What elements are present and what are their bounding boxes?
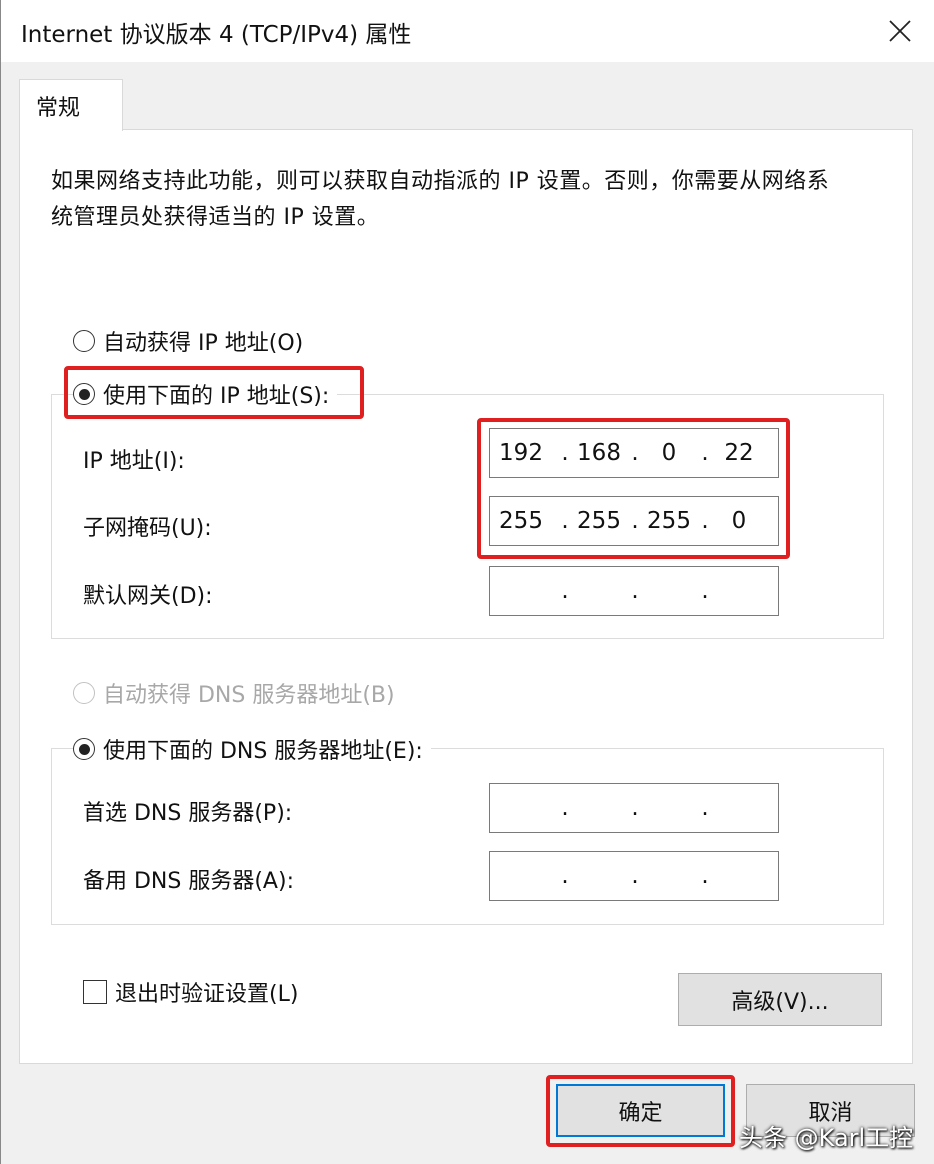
validate-on-exit-checkbox[interactable] [83, 980, 107, 1004]
validate-on-exit-row[interactable]: 退出时验证设置(L) [83, 976, 298, 1008]
radio-manual-ip[interactable]: 使用下面的 IP 地址(S): [73, 378, 338, 410]
ip-dot: . [561, 508, 569, 534]
tab-general-label: 常规 [36, 96, 81, 121]
ip-octet-3: 0 [661, 440, 677, 466]
ip-dot: . [701, 440, 709, 466]
radio-auto-dns[interactable]: 自动获得 DNS 服务器地址(B) [73, 677, 403, 709]
ip-address-input[interactable]: 192 . 168 . 0 . 22 [489, 428, 779, 478]
close-button[interactable] [867, 2, 933, 60]
title-bar: Internet 协议版本 4 (TCP/IPv4) 属性 [1, 0, 934, 62]
ip-dot: . [631, 795, 639, 821]
radio-manual-dns-label: 使用下面的 DNS 服务器地址(E): [103, 739, 423, 764]
alternate-dns-input[interactable]: . . . [489, 851, 779, 901]
ip-dot: . [631, 508, 639, 534]
radio-manual-ip-circle[interactable] [73, 383, 95, 405]
ip-dot: . [561, 440, 569, 466]
ip-octet-2: 168 [577, 440, 621, 466]
ip-octet-1: 192 [499, 440, 543, 466]
radio-manual-dns[interactable]: 使用下面的 DNS 服务器地址(E): [73, 733, 431, 765]
ip-dot: . [561, 863, 569, 889]
ip-dot: . [701, 508, 709, 534]
tab-general[interactable]: 常规 [19, 79, 123, 131]
ip-octet-4: 22 [724, 440, 754, 466]
ip-dot: . [631, 578, 639, 604]
mask-octet-2: 255 [577, 508, 621, 534]
ip-dot: . [631, 863, 639, 889]
ip-dot: . [561, 578, 569, 604]
mask-octet-4: 0 [731, 508, 747, 534]
subnet-mask-label: 子网掩码(U): [83, 516, 212, 541]
alternate-dns-label: 备用 DNS 服务器(A): [83, 869, 294, 894]
dialog-window: Internet 协议版本 4 (TCP/IPv4) 属性 常规 如果网络支持此… [0, 0, 934, 1164]
radio-auto-dns-label: 自动获得 DNS 服务器地址(B) [103, 683, 395, 708]
ip-dot: . [631, 440, 639, 466]
preferred-dns-label: 首选 DNS 服务器(P): [83, 801, 293, 826]
radio-manual-ip-label: 使用下面的 IP 地址(S): [103, 384, 330, 409]
radio-auto-ip[interactable]: 自动获得 IP 地址(O) [73, 325, 312, 357]
mask-octet-1: 255 [499, 508, 543, 534]
gateway-label: 默认网关(D): [83, 584, 213, 609]
ok-button[interactable]: 确定 [556, 1084, 725, 1137]
ip-address-label: IP 地址(I): [83, 449, 185, 474]
radio-auto-ip-label: 自动获得 IP 地址(O) [103, 331, 304, 356]
window-title: Internet 协议版本 4 (TCP/IPv4) 属性 [21, 22, 412, 48]
ip-dot: . [701, 863, 709, 889]
advanced-button[interactable]: 高级(V)... [678, 973, 882, 1026]
close-icon [889, 20, 911, 42]
watermark-text: 头条 @Karl工控 [739, 1124, 914, 1152]
preferred-dns-input[interactable]: . . . [489, 783, 779, 833]
gateway-input[interactable]: . . . [489, 566, 779, 616]
radio-auto-dns-circle[interactable] [73, 682, 95, 704]
ip-dot: . [561, 795, 569, 821]
description-text: 如果网络支持此功能，则可以获取自动指派的 IP 设置。否则，你需要从网络系统管理… [51, 169, 830, 230]
ip-dot: . [701, 795, 709, 821]
subnet-mask-input[interactable]: 255 . 255 . 255 . 0 [489, 496, 779, 546]
mask-octet-3: 255 [647, 508, 691, 534]
radio-auto-ip-circle[interactable] [73, 330, 95, 352]
radio-manual-dns-circle[interactable] [73, 738, 95, 760]
ip-dot: . [701, 578, 709, 604]
validate-on-exit-label: 退出时验证设置(L) [115, 982, 299, 1007]
